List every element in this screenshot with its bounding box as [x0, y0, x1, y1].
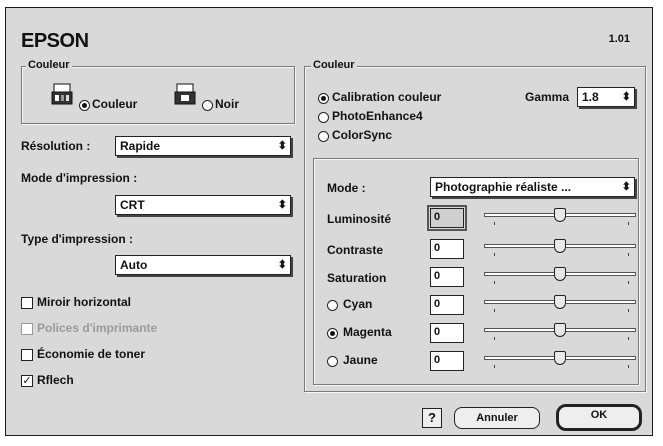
- polices-imprimante-label: Polices d'imprimante: [37, 321, 158, 335]
- popup-arrows-icon: ⬍: [277, 199, 287, 211]
- mode-popup[interactable]: Photographie réaliste ... ⬍: [430, 177, 635, 197]
- luminosite-slider-thumb[interactable]: [554, 208, 566, 222]
- slider-tick: [628, 281, 629, 284]
- luminosite-label: Luminosité: [327, 212, 392, 226]
- jaune-slider-thumb[interactable]: [554, 351, 566, 365]
- resolution-value: Rapide: [120, 139, 161, 153]
- help-button[interactable]: ?: [422, 408, 442, 428]
- color-printer-icon: [51, 83, 73, 105]
- photoenhance-label[interactable]: PhotoEnhance4: [332, 109, 423, 123]
- slider-tick: [494, 337, 495, 340]
- saturation-field[interactable]: 0: [430, 267, 464, 287]
- slider-tick: [628, 337, 629, 340]
- popup-arrows-icon: ⬍: [277, 259, 287, 271]
- contraste-label: Contraste: [327, 243, 384, 257]
- magenta-label[interactable]: Magenta: [343, 325, 392, 339]
- miroir-horizontal-label[interactable]: Miroir horizontal: [37, 295, 131, 309]
- cyan-slider-thumb[interactable]: [554, 295, 566, 309]
- colorsync-radio[interactable]: [318, 131, 329, 142]
- saturation-label: Saturation: [327, 271, 387, 285]
- type-impression-value: Auto: [120, 258, 148, 272]
- couleur-radio-label[interactable]: Couleur: [92, 97, 137, 111]
- polices-imprimante-checkbox: [21, 323, 33, 335]
- ok-button[interactable]: OK: [556, 404, 642, 431]
- miroir-horizontal-checkbox[interactable]: [21, 297, 33, 309]
- slider-tick: [628, 253, 629, 256]
- cyan-field[interactable]: 0: [430, 295, 464, 315]
- contraste-slider-thumb[interactable]: [554, 239, 566, 253]
- mode-value: Photographie réaliste ...: [435, 180, 572, 194]
- gamma-value: 1.8: [582, 90, 599, 104]
- print-options-dialog: EPSON 1.01 Couleur Couleur Noir Résoluti…: [5, 7, 653, 436]
- jaune-field[interactable]: 0: [430, 351, 464, 371]
- calibration-couleur-label[interactable]: Calibration couleur: [332, 90, 441, 104]
- rflech-checkbox[interactable]: ✓: [21, 375, 33, 387]
- economie-toner-label[interactable]: Économie de toner: [37, 347, 145, 361]
- noir-radio[interactable]: [202, 100, 213, 111]
- type-impression-popup[interactable]: Auto ⬍: [115, 255, 291, 275]
- slider-tick: [494, 365, 495, 368]
- slider-tick: [494, 281, 495, 284]
- mode-label: Mode :: [327, 181, 366, 195]
- noir-radio-label[interactable]: Noir: [215, 97, 239, 111]
- jaune-radio[interactable]: [327, 356, 338, 367]
- resolution-popup[interactable]: Rapide ⬍: [115, 136, 291, 156]
- popup-arrows-icon: ⬍: [621, 181, 631, 193]
- couleur-settings-legend: Couleur: [311, 59, 357, 71]
- economie-toner-checkbox[interactable]: [21, 349, 33, 361]
- resolution-label: Résolution :: [21, 139, 91, 153]
- type-impression-label: Type d'impression :: [21, 232, 133, 246]
- slider-tick: [494, 253, 495, 256]
- couleur-group-legend: Couleur: [26, 59, 72, 71]
- calibration-couleur-radio[interactable]: [318, 93, 329, 104]
- magenta-field[interactable]: 0: [430, 323, 464, 343]
- magenta-slider-thumb[interactable]: [554, 323, 566, 337]
- version-label: 1.01: [608, 33, 630, 45]
- gamma-label: Gamma: [525, 90, 570, 104]
- black-printer-icon: [174, 83, 196, 105]
- luminosite-field[interactable]: 0: [427, 205, 467, 231]
- popup-arrows-icon: ⬍: [621, 91, 631, 103]
- slider-tick: [628, 222, 629, 225]
- slider-tick: [628, 309, 629, 312]
- mode-impression-value: CRT: [120, 198, 145, 212]
- jaune-label[interactable]: Jaune: [343, 353, 378, 367]
- photoenhance-radio[interactable]: [318, 112, 329, 123]
- cyan-label[interactable]: Cyan: [343, 297, 372, 311]
- slider-tick: [628, 365, 629, 368]
- slider-tick: [494, 309, 495, 312]
- contraste-field[interactable]: 0: [430, 239, 464, 259]
- gamma-popup[interactable]: 1.8 ⬍: [577, 87, 635, 107]
- slider-tick: [494, 222, 495, 225]
- saturation-slider-thumb[interactable]: [554, 267, 566, 281]
- mode-impression-popup[interactable]: CRT ⬍: [115, 195, 291, 215]
- couleur-radio[interactable]: [79, 100, 90, 111]
- epson-logo: EPSON: [21, 30, 89, 52]
- cyan-radio[interactable]: [327, 300, 338, 311]
- mode-impression-label: Mode d'impression :: [21, 171, 138, 185]
- rflech-label[interactable]: Rflech: [37, 373, 74, 387]
- cancel-button[interactable]: Annuler: [454, 407, 540, 429]
- colorsync-label[interactable]: ColorSync: [332, 128, 392, 142]
- popup-arrows-icon: ⬍: [277, 140, 287, 152]
- magenta-radio[interactable]: [327, 328, 338, 339]
